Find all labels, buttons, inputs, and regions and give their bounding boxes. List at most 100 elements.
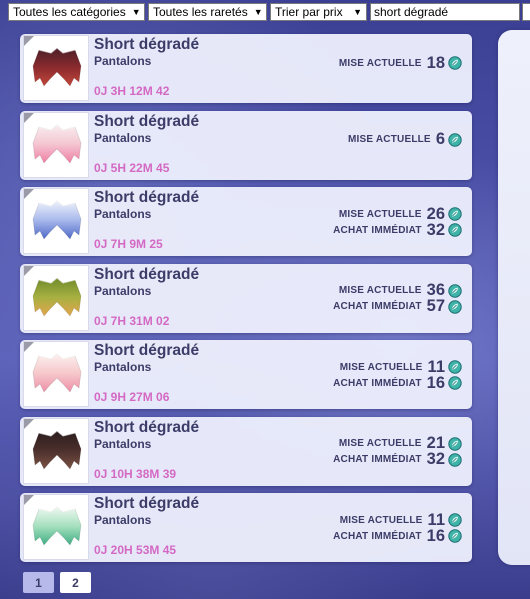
buy-now-value: 32 [426, 450, 445, 468]
item-category: Pantalons [94, 207, 152, 221]
shorts-image [32, 506, 82, 546]
price-block: MISE ACTUELLE 36 ACHAT IMMÉDIAT 57 [333, 281, 462, 315]
shorts-image [32, 429, 82, 470]
current-bid-label: MISE ACTUELLE [339, 514, 423, 526]
item-thumbnail [23, 417, 89, 484]
filter-bar: Toutes les catégories ▼ Toutes les raret… [8, 3, 520, 21]
maana-leaf-icon [448, 436, 462, 451]
item-category: Pantalons [94, 513, 152, 527]
maana-leaf-icon [448, 452, 462, 467]
maana-leaf-icon [448, 299, 462, 314]
current-bid-label: MISE ACTUELLE [338, 57, 422, 69]
price-block: MISE ACTUELLE 11 ACHAT IMMÉDIAT 16 [333, 511, 462, 545]
maana-leaf-icon [448, 56, 462, 70]
item-name: Short dégradé [94, 265, 200, 283]
price-block: MISE ACTUELLE 21 ACHAT IMMÉDIAT 32 [333, 434, 462, 468]
auction-item-card[interactable]: Short dégradé Pantalons 0J 3H 12M 42 MIS… [20, 34, 472, 103]
item-category: Pantalons [94, 54, 152, 68]
pagination: 12 [23, 572, 91, 593]
rarity-select-value: Toutes les raretés [153, 5, 248, 19]
time-remaining: 0J 7H 31M 02 [94, 313, 170, 328]
rarity-select[interactable]: Toutes les raretés ▼ [148, 3, 267, 21]
item-name: Short dégradé [94, 189, 200, 206]
current-bid-row: MISE ACTUELLE 6 [348, 130, 462, 148]
shorts-image [32, 123, 82, 164]
shorts-image [32, 47, 82, 87]
search-input[interactable] [370, 3, 520, 21]
auction-item-card[interactable]: Short dégradé Pantalons 0J 7H 9M 25 MISE… [20, 187, 472, 256]
buy-now-label: ACHAT IMMÉDIAT [333, 301, 422, 312]
current-bid-label: MISE ACTUELLE [339, 361, 423, 373]
time-remaining: 0J 3H 12M 42 [94, 84, 170, 98]
item-list: Short dégradé Pantalons 0J 3H 12M 42 MIS… [20, 34, 472, 570]
maana-leaf-icon [448, 376, 462, 390]
buy-now-label: ACHAT IMMÉDIAT [333, 224, 422, 236]
maana-leaf-icon [448, 283, 462, 298]
sort-select[interactable]: Trier par prix ▼ [270, 3, 367, 21]
price-block: MISE ACTUELLE 26 ACHAT IMMÉDIAT 32 [333, 205, 462, 239]
chevron-down-icon: ▼ [253, 7, 263, 17]
page-button-2[interactable]: 2 [60, 572, 91, 593]
auction-item-card[interactable]: Short dégradé Pantalons 0J 9H 27M 06 MIS… [20, 340, 472, 409]
shorts-image [32, 276, 82, 317]
item-thumbnail [23, 188, 89, 254]
buy-now-row: ACHAT IMMÉDIAT 16 [333, 373, 462, 392]
item-category: Pantalons [94, 283, 152, 298]
buy-now-label: ACHAT IMMÉDIAT [333, 454, 422, 465]
buy-now-value: 16 [426, 373, 445, 392]
current-bid-label: MISE ACTUELLE [338, 285, 422, 296]
buy-now-label: ACHAT IMMÉDIAT [333, 530, 422, 542]
item-name: Short dégradé [94, 112, 200, 130]
category-select-value: Toutes les catégories [13, 5, 126, 19]
item-name: Short dégradé [94, 495, 200, 512]
current-bid-value: 18 [426, 53, 445, 72]
item-thumbnail [23, 35, 89, 101]
shorts-image [32, 353, 82, 393]
current-bid-label: MISE ACTUELLE [348, 134, 431, 145]
item-name: Short dégradé [94, 418, 200, 436]
auction-item-card[interactable]: Short dégradé Pantalons 0J 10H 38M 39 MI… [20, 416, 472, 486]
current-bid-label: MISE ACTUELLE [338, 208, 422, 220]
item-name: Short dégradé [94, 342, 200, 359]
chevron-down-icon: ▼ [131, 7, 141, 17]
buy-now-value: 32 [426, 220, 445, 239]
price-block: MISE ACTUELLE 6 [348, 130, 462, 148]
shorts-image [32, 200, 82, 240]
auction-item-card[interactable]: Short dégradé Pantalons 0J 5H 22M 45 MIS… [20, 110, 472, 180]
item-thumbnail [23, 494, 89, 560]
page-button-1[interactable]: 1 [23, 572, 54, 593]
maana-leaf-icon [448, 360, 462, 374]
item-category: Pantalons [94, 130, 152, 145]
time-remaining: 0J 7H 9M 25 [94, 237, 163, 251]
current-bid-label: MISE ACTUELLE [338, 438, 422, 449]
buy-now-row: ACHAT IMMÉDIAT 16 [333, 526, 462, 545]
buy-now-row: ACHAT IMMÉDIAT 57 [333, 297, 462, 315]
time-remaining: 0J 9H 27M 06 [94, 390, 170, 404]
buy-now-value: 57 [426, 297, 445, 315]
category-select[interactable]: Toutes les catégories ▼ [8, 3, 145, 21]
price-block: MISE ACTUELLE 11 ACHAT IMMÉDIAT 16 [333, 358, 462, 392]
maana-leaf-icon [448, 132, 462, 147]
item-category: Pantalons [94, 436, 152, 451]
time-remaining: 0J 20H 53M 45 [94, 543, 177, 557]
maana-leaf-icon [448, 513, 462, 527]
item-category: Pantalons [94, 360, 152, 374]
item-thumbnail [23, 341, 89, 407]
buy-now-label: ACHAT IMMÉDIAT [333, 377, 422, 389]
buy-now-value: 16 [426, 526, 445, 545]
maana-leaf-icon [448, 529, 462, 543]
item-thumbnail [23, 264, 89, 331]
item-name: Short dégradé [94, 36, 200, 53]
search-button[interactable] [522, 3, 530, 21]
maana-leaf-icon [448, 223, 462, 237]
buy-now-row: ACHAT IMMÉDIAT 32 [333, 220, 462, 239]
side-panel [498, 30, 530, 565]
chevron-down-icon: ▼ [353, 7, 362, 17]
auction-item-card[interactable]: Short dégradé Pantalons 0J 7H 31M 02 MIS… [20, 263, 472, 333]
auction-item-card[interactable]: Short dégradé Pantalons 0J 20H 53M 45 MI… [20, 493, 472, 562]
current-bid-row: MISE ACTUELLE 18 [338, 53, 462, 72]
sort-select-value: Trier par prix [275, 5, 343, 19]
buy-now-row: ACHAT IMMÉDIAT 32 [333, 450, 462, 468]
time-remaining: 0J 10H 38M 39 [94, 466, 177, 481]
maana-leaf-icon [448, 207, 462, 221]
